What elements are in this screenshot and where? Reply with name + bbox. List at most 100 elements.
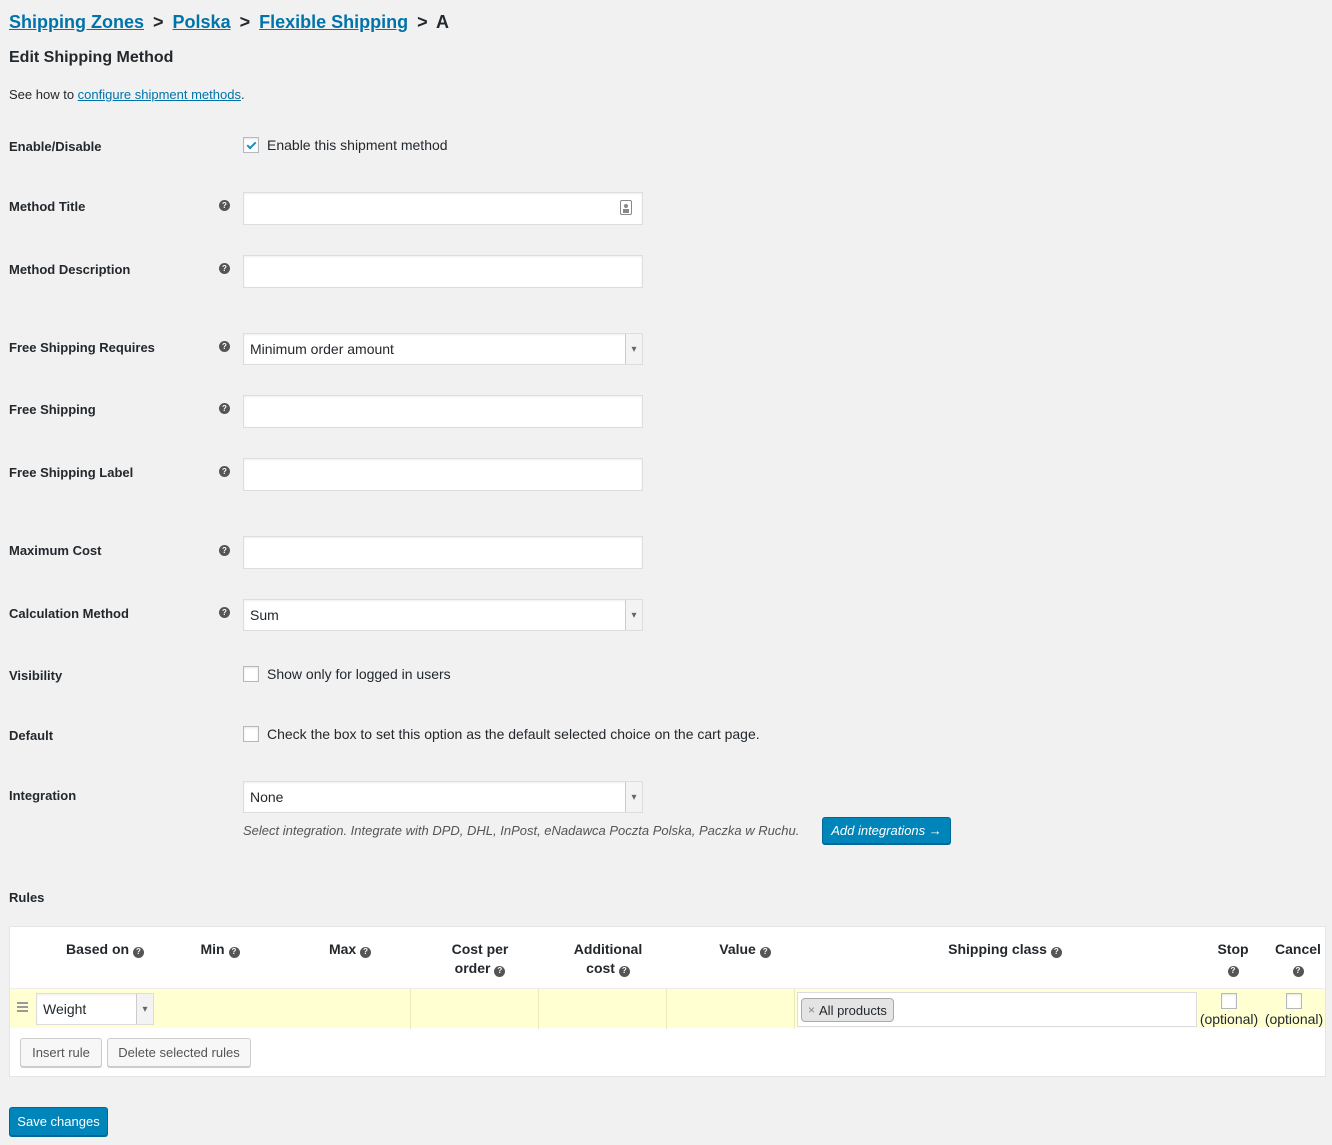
rules-table: Based on ? Min ? Max ? Cost per order ? A… bbox=[9, 926, 1326, 1077]
stop-checkbox[interactable] bbox=[1221, 993, 1237, 1009]
enable-checkbox[interactable] bbox=[243, 137, 259, 153]
help-icon[interactable]: ? bbox=[219, 341, 230, 352]
header-shipping-class: Shipping class ? bbox=[910, 940, 1100, 959]
default-row: Check the box to set this option as the … bbox=[243, 726, 760, 742]
add-integrations-button[interactable]: Add integrations → bbox=[822, 817, 951, 844]
maximum-cost-label: Maximum Cost bbox=[9, 543, 102, 558]
configure-methods-link[interactable]: configure shipment methods bbox=[78, 87, 241, 102]
breadcrumb-separator: > bbox=[153, 12, 164, 32]
help-icon[interactable]: ? bbox=[618, 965, 630, 977]
value-input[interactable] bbox=[667, 989, 795, 1029]
header-max: Max ? bbox=[310, 940, 390, 959]
calculation-method-label: Calculation Method bbox=[9, 606, 129, 621]
intro-prefix: See how to bbox=[9, 87, 78, 102]
default-checkbox[interactable] bbox=[243, 726, 259, 742]
integration-select[interactable]: None ▾ bbox=[243, 781, 643, 813]
free-shipping-label-label: Free Shipping Label bbox=[9, 465, 134, 480]
cancel-optional-label: (optional) bbox=[1264, 1011, 1324, 1027]
default-label: Default bbox=[9, 728, 54, 743]
visibility-checkbox[interactable] bbox=[243, 666, 259, 682]
header-stop: Stop? bbox=[1217, 941, 1249, 977]
based-on-select[interactable]: Weight ▾ bbox=[36, 993, 154, 1025]
intro-suffix: . bbox=[240, 87, 245, 102]
help-icon[interactable]: ? bbox=[1227, 965, 1239, 977]
breadcrumb-shipping-zones-link[interactable]: Shipping Zones bbox=[9, 12, 144, 32]
integration-value: None bbox=[250, 789, 284, 805]
min-max-cells bbox=[156, 989, 411, 1029]
help-icon[interactable]: ? bbox=[219, 403, 230, 414]
shipping-class-tag-label: All products bbox=[819, 1002, 887, 1018]
shipping-class-select[interactable]: × All products bbox=[797, 992, 1197, 1027]
help-icon[interactable]: ? bbox=[219, 200, 230, 211]
insert-rule-button[interactable]: Insert rule bbox=[20, 1038, 102, 1067]
help-icon[interactable]: ? bbox=[219, 545, 230, 556]
based-on-value: Weight bbox=[43, 1001, 87, 1017]
integration-label: Integration bbox=[9, 788, 77, 803]
chevron-down-icon: ▾ bbox=[625, 334, 642, 364]
method-title-label: Method Title bbox=[9, 199, 86, 214]
page-title: Edit Shipping Method bbox=[9, 49, 174, 66]
breadcrumb-separator: > bbox=[239, 12, 251, 32]
additional-cost-input[interactable] bbox=[539, 989, 667, 1029]
header-cancel: Cancel? bbox=[1275, 941, 1321, 977]
drag-handle-icon[interactable] bbox=[17, 1002, 28, 1012]
header-cost-per-order: Cost per order ? bbox=[451, 941, 509, 977]
free-shipping-requires-value: Minimum order amount bbox=[250, 341, 394, 357]
enable-row: Enable this shipment method bbox=[243, 137, 448, 153]
rules-label: Rules bbox=[9, 890, 45, 905]
stop-cell: (optional) bbox=[1198, 991, 1260, 1027]
visibility-checkbox-label: Show only for logged in users bbox=[267, 666, 451, 682]
free-shipping-input[interactable] bbox=[243, 395, 643, 428]
visibility-label: Visibility bbox=[9, 668, 63, 683]
header-value: Value ? bbox=[690, 940, 800, 959]
help-icon[interactable]: ? bbox=[228, 946, 240, 958]
breadcrumb-current: A bbox=[436, 12, 450, 32]
help-icon[interactable]: ? bbox=[1292, 965, 1304, 977]
calculation-method-select[interactable]: Sum ▾ bbox=[243, 599, 643, 631]
free-shipping-requires-select[interactable]: Minimum order amount ▾ bbox=[243, 333, 643, 365]
delete-selected-rules-button[interactable]: Delete selected rules bbox=[107, 1038, 251, 1067]
cancel-checkbox[interactable] bbox=[1286, 993, 1302, 1009]
shipping-class-tag: × All products bbox=[801, 998, 894, 1022]
breadcrumb-zone-link[interactable]: Polska bbox=[173, 12, 231, 32]
tag-remove-icon[interactable]: × bbox=[808, 1003, 815, 1017]
method-description-input[interactable] bbox=[243, 255, 643, 288]
help-icon[interactable]: ? bbox=[759, 946, 771, 958]
integration-description: Select integration. Integrate with DPD, … bbox=[243, 823, 800, 838]
max-input[interactable] bbox=[284, 989, 411, 1029]
header-based-on: Based on ? bbox=[50, 940, 160, 959]
help-icon[interactable]: ? bbox=[494, 965, 506, 977]
breadcrumb-method-link[interactable]: Flexible Shipping bbox=[259, 12, 408, 32]
chevron-down-icon: ▾ bbox=[625, 782, 642, 812]
cancel-cell: (optional) bbox=[1262, 991, 1326, 1027]
visibility-row: Show only for logged in users bbox=[243, 666, 451, 682]
breadcrumb-separator: > bbox=[417, 12, 428, 32]
help-icon[interactable]: ? bbox=[219, 466, 230, 477]
save-changes-button[interactable]: Save changes bbox=[9, 1107, 108, 1136]
enable-checkbox-label: Enable this shipment method bbox=[267, 137, 448, 153]
header-min: Min ? bbox=[180, 940, 260, 959]
stop-optional-label: (optional) bbox=[1199, 1011, 1259, 1027]
help-icon[interactable]: ? bbox=[219, 607, 230, 618]
chevron-down-icon: ▾ bbox=[136, 994, 153, 1024]
autofill-icon[interactable] bbox=[620, 200, 632, 215]
min-input[interactable] bbox=[156, 989, 283, 1029]
free-shipping-label-input[interactable] bbox=[243, 458, 643, 491]
cost-per-order-input[interactable] bbox=[411, 989, 539, 1029]
free-shipping-requires-label: Free Shipping Requires bbox=[9, 340, 155, 355]
help-icon[interactable]: ? bbox=[360, 946, 372, 958]
check-icon bbox=[246, 139, 256, 149]
chevron-down-icon: ▾ bbox=[625, 600, 642, 630]
help-icon[interactable]: ? bbox=[219, 263, 230, 274]
breadcrumb: Shipping Zones > Polska > Flexible Shipp… bbox=[9, 12, 449, 33]
maximum-cost-input[interactable] bbox=[243, 536, 643, 569]
method-title-input[interactable] bbox=[243, 192, 643, 225]
calculation-method-value: Sum bbox=[250, 607, 279, 623]
help-icon[interactable]: ? bbox=[1050, 946, 1062, 958]
free-shipping-label: Free Shipping bbox=[9, 402, 96, 417]
enable-label: Enable/Disable bbox=[9, 139, 102, 154]
table-row: Weight ▾ × All products (optional) (opti… bbox=[10, 988, 1326, 1029]
method-description-label: Method Description bbox=[9, 262, 131, 277]
intro-text: See how to configure shipment methods. bbox=[9, 87, 245, 102]
help-icon[interactable]: ? bbox=[132, 946, 144, 958]
